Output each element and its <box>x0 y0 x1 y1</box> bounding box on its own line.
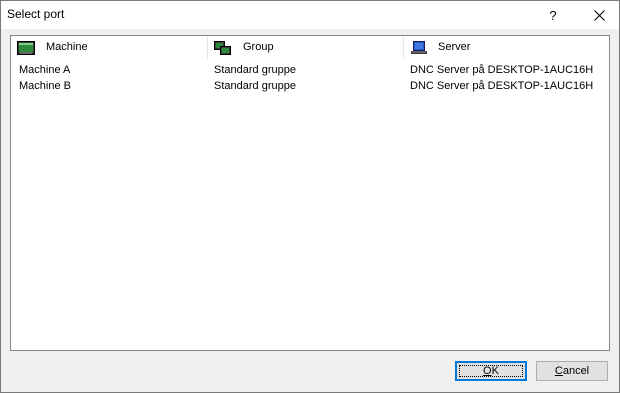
title-bar: Select port ? <box>1 1 619 29</box>
select-port-dialog: Select port ? Machine Group Server Machi… <box>0 0 620 393</box>
cell-group: Standard gruppe <box>214 64 296 76</box>
cell-server: DNC Server på DESKTOP-1AUC16H <box>410 64 594 76</box>
dialog-title: Select port <box>7 7 65 21</box>
machine-icon <box>17 41 35 55</box>
server-icon <box>411 41 427 54</box>
table-row[interactable]: Machine B Standard gruppe DNC Server på … <box>11 79 609 95</box>
close-icon <box>593 9 605 21</box>
ok-button[interactable]: OK <box>455 361 527 381</box>
cancel-button[interactable]: Cancel <box>536 361 608 381</box>
help-icon: ? <box>549 7 557 23</box>
list-header: Machine Group Server <box>11 36 609 59</box>
cell-machine: Machine A <box>19 64 71 76</box>
column-label-server: Server <box>438 41 471 53</box>
column-label-group: Group <box>243 41 274 53</box>
cancel-mnemonic: C <box>554 365 563 377</box>
cancel-label-rest: ancel <box>562 365 590 377</box>
help-button[interactable]: ? <box>533 1 573 29</box>
port-list[interactable]: Machine Group Server Machine A Standard … <box>10 35 610 351</box>
cell-server: DNC Server på DESKTOP-1AUC16H <box>410 80 594 92</box>
table-row[interactable]: Machine A Standard gruppe DNC Server på … <box>11 63 609 79</box>
column-header-group[interactable]: Group <box>208 36 404 59</box>
cell-group: Standard gruppe <box>214 80 296 92</box>
column-header-server[interactable]: Server <box>404 36 609 59</box>
group-icon <box>214 41 231 55</box>
cell-machine: Machine B <box>19 80 71 92</box>
close-button[interactable] <box>579 1 619 29</box>
column-label-machine: Machine <box>46 41 88 53</box>
focus-rect <box>459 365 523 377</box>
column-header-machine[interactable]: Machine <box>11 36 208 59</box>
